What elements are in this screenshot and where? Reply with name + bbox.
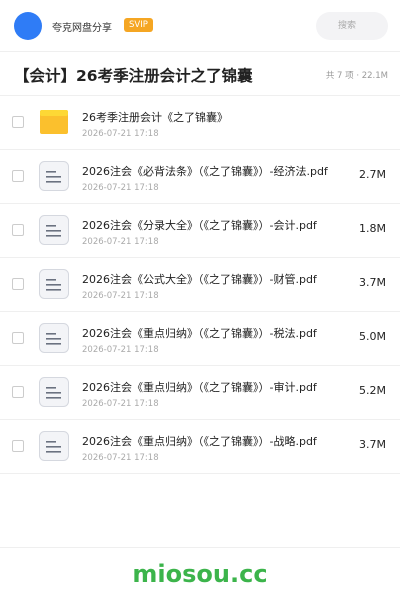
site-watermark: miosou.cc: [132, 560, 268, 588]
file-name: 2026注会《重点归纳》（《之了锦囊》）-审计.pdf: [82, 381, 317, 394]
folder-icon: [38, 106, 70, 138]
row-checkbox[interactable]: [12, 224, 24, 236]
file-name: 2026注会《必背法条》（《之了锦囊》）-经济法.pdf: [82, 165, 328, 178]
document-icon: [38, 376, 70, 408]
file-date: 2026-07-21 17:18: [82, 453, 159, 463]
file-size: 5.2M: [359, 384, 386, 397]
row-checkbox[interactable]: [12, 116, 24, 128]
folder-meta: 共 7 项 · 22.1M: [325, 71, 388, 81]
folder-header: 【会计】26考季注册会计之了锦囊 共 7 项 · 22.1M: [0, 52, 400, 96]
file-date: 2026-07-21 17:18: [82, 183, 159, 193]
search-input[interactable]: 搜索: [316, 12, 388, 40]
file-date: 2026-07-21 17:18: [82, 237, 159, 247]
file-size: 2.7M: [359, 168, 386, 181]
file-row[interactable]: 2026注会《公式大全》（《之了锦囊》）-财管.pdf 2026-07-21 17…: [0, 258, 400, 312]
row-checkbox[interactable]: [12, 332, 24, 344]
row-checkbox[interactable]: [12, 170, 24, 182]
file-date: 2026-07-21 17:18: [82, 129, 159, 139]
bottom-divider: [0, 547, 400, 548]
document-icon: [38, 430, 70, 462]
row-checkbox[interactable]: [12, 278, 24, 290]
file-name: 2026注会《重点归纳》（《之了锦囊》）-战略.pdf: [82, 435, 317, 448]
file-row[interactable]: 2026注会《重点归纳》（《之了锦囊》）-战略.pdf 2026-07-21 17…: [0, 420, 400, 474]
file-size: 3.7M: [359, 276, 386, 289]
top-bar: 夸克网盘分享 SVIP 搜索: [0, 0, 400, 52]
brand-name: 夸克网盘分享: [52, 23, 112, 34]
file-name: 26考季注册会计《之了锦囊》: [82, 111, 228, 124]
file-row[interactable]: 2026注会《必背法条》（《之了锦囊》）-经济法.pdf 2026-07-21 1…: [0, 150, 400, 204]
file-size: 1.8M: [359, 222, 386, 235]
file-row[interactable]: 2026注会《分录大全》（《之了锦囊》）-会计.pdf 2026-07-21 17…: [0, 204, 400, 258]
document-icon: [38, 322, 70, 354]
document-icon: [38, 214, 70, 246]
file-row[interactable]: 2026注会《重点归纳》（《之了锦囊》）-税法.pdf 2026-07-21 17…: [0, 312, 400, 366]
avatar[interactable]: [14, 12, 42, 40]
file-date: 2026-07-21 17:18: [82, 291, 159, 301]
file-size: 5.0M: [359, 330, 386, 343]
page-title: 【会计】26考季注册会计之了锦囊: [14, 67, 253, 85]
file-name: 2026注会《分录大全》（《之了锦囊》）-会计.pdf: [82, 219, 317, 232]
document-icon: [38, 160, 70, 192]
row-checkbox[interactable]: [12, 386, 24, 398]
file-date: 2026-07-21 17:18: [82, 345, 159, 355]
file-size: 3.7M: [359, 438, 386, 451]
row-checkbox[interactable]: [12, 440, 24, 452]
file-name: 2026注会《公式大全》（《之了锦囊》）-财管.pdf: [82, 273, 317, 286]
svip-badge: SVIP: [124, 18, 153, 32]
file-row[interactable]: 26考季注册会计《之了锦囊》 2026-07-21 17:18: [0, 96, 400, 150]
file-name: 2026注会《重点归纳》（《之了锦囊》）-税法.pdf: [82, 327, 317, 340]
file-list: 26考季注册会计《之了锦囊》 2026-07-21 17:18 2026注会《必背法…: [0, 96, 400, 474]
document-icon: [38, 268, 70, 300]
file-row[interactable]: 2026注会《重点归纳》（《之了锦囊》）-审计.pdf 2026-07-21 17…: [0, 366, 400, 420]
file-date: 2026-07-21 17:18: [82, 399, 159, 409]
